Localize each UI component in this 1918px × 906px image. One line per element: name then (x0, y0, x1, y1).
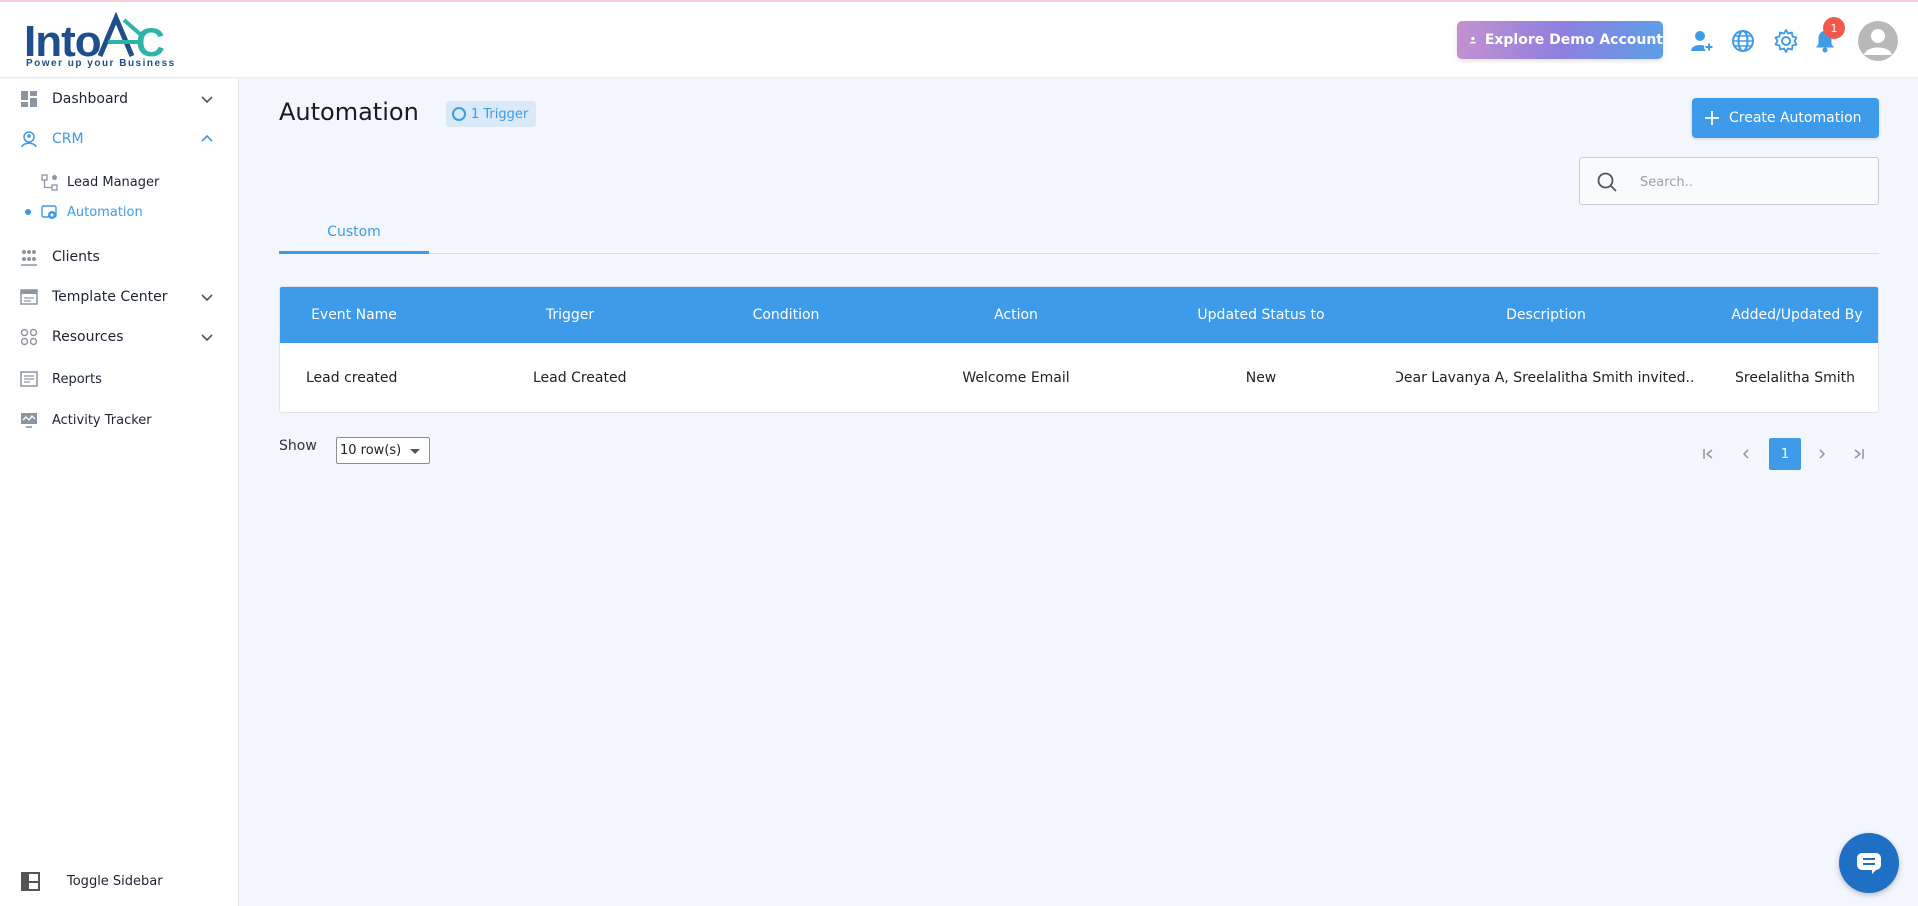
logo-tagline: Power up your Business (26, 58, 176, 69)
dashboard-icon (21, 91, 37, 107)
explore-demo-button[interactable]: Explore Demo Account (1457, 21, 1663, 59)
previous-page-button[interactable] (1730, 438, 1762, 470)
chevron-right-icon (1819, 449, 1826, 459)
activity-icon (21, 413, 37, 428)
plus-icon (1705, 111, 1719, 125)
column-header-action[interactable]: Action (951, 287, 1081, 343)
sidebar-subitem-label: Lead Manager (67, 174, 160, 190)
tab-custom[interactable]: Custom (279, 212, 429, 254)
sidebar-item-label: CRM (52, 131, 84, 147)
automation-table: Event Name Trigger Condition Action Upda… (279, 286, 1879, 413)
sidebar-subitem-label: Automation (67, 204, 143, 220)
avatar-icon (1864, 29, 1892, 55)
sidebar-item-template-center[interactable]: Template Center (0, 279, 239, 315)
sidebar-item-label: Reports (52, 371, 102, 387)
table-row[interactable]: Lead created Lead Created Welcome Email … (280, 343, 1878, 412)
last-page-icon (1854, 449, 1864, 459)
sidebar-item-label: Clients (52, 249, 100, 265)
sidebar-item-dashboard[interactable]: Dashboard (0, 81, 239, 117)
first-page-button[interactable] (1692, 438, 1724, 470)
create-automation-label: Create Automation (1729, 110, 1862, 126)
brand-logo[interactable]: Into C Power up your Business (24, 10, 174, 70)
cell-action: Welcome Email (962, 370, 1070, 386)
trigger-count-chip: 1 Trigger (446, 101, 537, 127)
last-page-button[interactable] (1843, 438, 1875, 470)
column-header-updated-status[interactable]: Updated Status to (1164, 287, 1358, 343)
cell-description: Dear Lavanya A, Sreelalitha Smith invite… (1396, 370, 1696, 386)
add-user-icon[interactable] (1689, 28, 1715, 54)
table-header: Event Name Trigger Condition Action Upda… (280, 287, 1878, 343)
sidebar-item-label: Resources (52, 329, 124, 345)
column-header-condition[interactable]: Condition (726, 287, 846, 343)
sidebar-item-label: Template Center (52, 289, 168, 305)
automation-icon (41, 204, 57, 219)
circle-icon (452, 107, 466, 121)
search-icon (1597, 172, 1617, 192)
next-page-button[interactable] (1806, 438, 1838, 470)
notification-badge: 1 (1823, 17, 1845, 39)
sidebar-item-label: Activity Tracker (52, 412, 152, 428)
sidebar-item-reports[interactable]: Reports (0, 361, 239, 397)
sidebar-subitem-lead-manager[interactable]: Lead Manager (0, 168, 239, 196)
column-header-added-by[interactable]: Added/Updated By (1714, 287, 1878, 343)
cell-condition (726, 343, 846, 412)
chevron-down-icon (201, 294, 213, 302)
logo-mark: Into C (24, 12, 165, 64)
explore-demo-label: Explore Demo Account (1484, 32, 1663, 48)
globe-icon[interactable] (1730, 28, 1756, 54)
template-icon (20, 289, 38, 305)
rows-per-page-value: 10 row(s) (340, 443, 402, 458)
page-button-1[interactable]: 1 (1769, 438, 1801, 470)
cell-updated-status: New (1245, 370, 1277, 386)
sidebar-toggle-icon (21, 872, 40, 891)
chat-support-button[interactable] (1839, 833, 1899, 893)
user-badge-icon (1469, 36, 1477, 44)
chevron-down-icon (201, 96, 213, 104)
clients-icon (21, 250, 37, 266)
column-header-event-name[interactable]: Event Name (280, 287, 428, 343)
resources-icon (20, 328, 38, 346)
rows-per-page-select[interactable]: 10 row(s) (336, 437, 430, 464)
tabs-divider (279, 253, 1879, 254)
sidebar: Dashboard CRM Lead Manager Automation Cl… (0, 79, 239, 906)
chevron-down-icon (201, 334, 213, 342)
toggle-sidebar-button[interactable]: Toggle Sidebar (0, 867, 239, 897)
toggle-sidebar-label: Toggle Sidebar (67, 874, 163, 889)
lead-manager-icon (41, 173, 58, 191)
trigger-count-label: 1 Trigger (471, 106, 529, 122)
chevron-left-icon (1742, 449, 1749, 459)
create-automation-button[interactable]: Create Automation (1692, 98, 1879, 138)
search-input[interactable] (1640, 170, 1865, 194)
show-label: Show (279, 438, 317, 454)
top-header: Into C Power up your Business Explore De… (0, 2, 1918, 78)
page-title: Automation (279, 98, 419, 126)
svg-text:Into: Into (24, 17, 101, 64)
search-box[interactable] (1579, 157, 1879, 205)
reports-icon (20, 371, 38, 387)
cell-trigger: Lead Created (533, 370, 627, 386)
cell-added-by: Sreelalitha Smith (1735, 370, 1855, 386)
sidebar-item-label: Dashboard (52, 91, 128, 107)
chevron-up-icon (201, 134, 213, 142)
column-header-description[interactable]: Description (1406, 287, 1686, 343)
active-indicator-dot (25, 209, 31, 215)
caret-down-icon (410, 449, 420, 454)
crm-icon (21, 131, 37, 148)
first-page-icon (1703, 449, 1713, 459)
column-header-trigger[interactable]: Trigger (513, 287, 627, 343)
sidebar-item-crm[interactable]: CRM (0, 121, 239, 157)
cell-event-name: Lead created (306, 370, 398, 386)
sidebar-item-activity-tracker[interactable]: Activity Tracker (0, 402, 239, 438)
sidebar-item-clients[interactable]: Clients (0, 239, 239, 275)
sidebar-subitem-automation[interactable]: Automation (0, 198, 239, 226)
chat-icon-tail (1872, 868, 1878, 874)
sidebar-item-resources[interactable]: Resources (0, 319, 239, 355)
gear-icon[interactable] (1773, 28, 1799, 54)
avatar[interactable] (1858, 21, 1898, 61)
